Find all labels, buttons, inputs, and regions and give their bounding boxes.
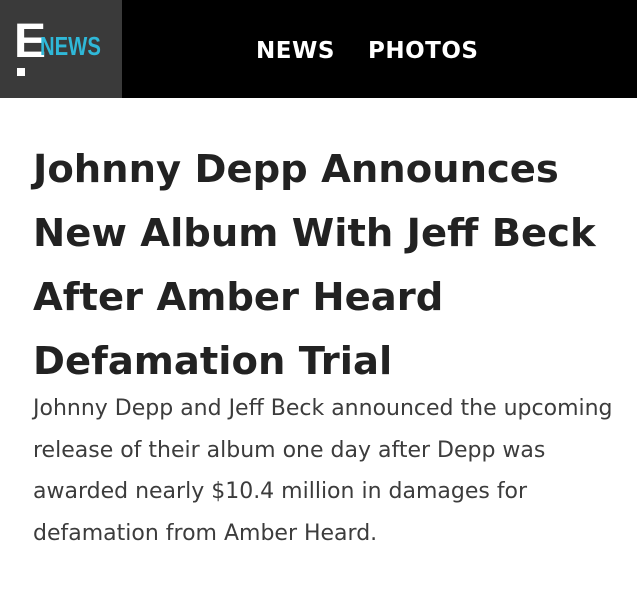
enews-logo[interactable]: E NEWS <box>0 0 122 98</box>
site-header: E NEWS NEWS PHOTOS <box>0 0 637 98</box>
logo-wordmark: NEWS <box>40 31 101 61</box>
nav-news-link[interactable]: NEWS <box>256 36 335 66</box>
article-dek: Johnny Depp and Jeff Beck announced the … <box>33 396 613 546</box>
logo-dot <box>17 68 25 76</box>
article-headline: Johnny Depp Announces New Album With Jef… <box>33 147 596 384</box>
nav-photos-link[interactable]: PHOTOS <box>368 36 478 66</box>
